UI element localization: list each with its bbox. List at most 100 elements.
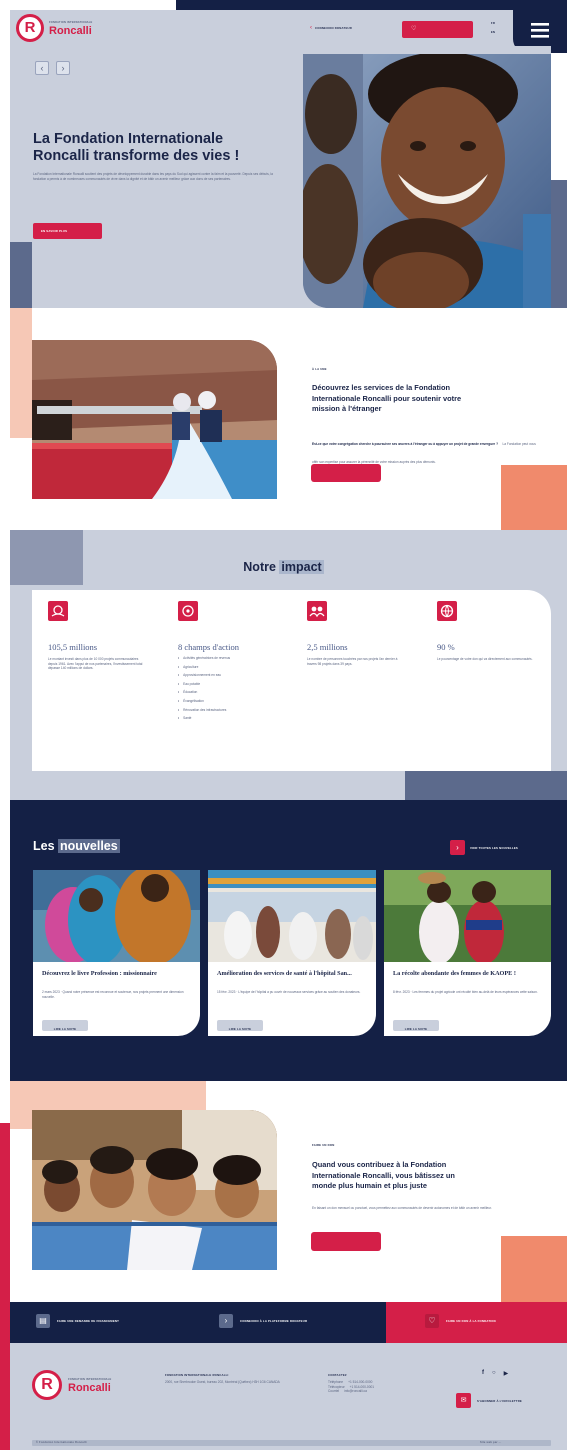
impact-card: [32, 590, 551, 771]
hero-accent-right: [551, 180, 567, 308]
people-icon: [309, 606, 325, 618]
services-photo: [32, 340, 277, 499]
target-icon: [182, 605, 194, 617]
footer-email[interactable]: info@roncalli.ca: [344, 1389, 367, 1394]
services-paragraph: Est-ce que votre congrégation cherche à …: [312, 432, 540, 468]
footer-logo[interactable]: R FONDATION INTERNATIONALE Roncalli: [32, 1370, 122, 1400]
footer-social-links: f ○ ▶: [482, 1370, 508, 1377]
news-card-excerpt: 2 mars 2023 · Quand notre présence est r…: [42, 990, 184, 999]
donate-button[interactable]: ♡: [402, 21, 473, 38]
contribute-title-line3: monde plus humain et plus juste: [312, 1181, 427, 1190]
impact-stat-1-value: 105,5 millions: [48, 642, 98, 652]
news-title-plain: Les: [33, 839, 55, 853]
header-dark-strip: [176, 0, 567, 10]
hero-photo: [303, 54, 551, 308]
news-card-title: La récolte abondante des femmes de KAOPE…: [393, 970, 516, 977]
impact-accent-bottom: [405, 771, 567, 800]
services-title-line3: mission à l'étranger: [312, 404, 382, 413]
chevron-right-icon: ›: [61, 63, 65, 73]
contribute-paragraph: En faisant un don mensuel ou ponctuel, v…: [312, 1206, 492, 1210]
cta-donate-label: FAIRE UN DON À LA FONDATION: [446, 1319, 496, 1323]
services-title-line2: Internationale Roncalli pour soutenir vo…: [312, 393, 462, 403]
instagram-icon[interactable]: ○: [492, 1370, 496, 1377]
impact-field-item: • Rénovation des infrastructures: [178, 707, 227, 712]
news-card-button[interactable]: LIRE LA SUITE: [393, 1020, 439, 1031]
services-button[interactable]: [311, 464, 381, 482]
impact-field-item: • Approvisionnement en eau: [178, 673, 222, 678]
impact-fields-list: • Activités génératrices de revenus • Agri…: [178, 656, 278, 725]
impact-stat-3-text: Le nombre de personnes touchées par nos …: [307, 657, 398, 666]
contribute-title-line1: Quand vous contribuez à la Fondation: [312, 1160, 447, 1169]
cta-funding-request[interactable]: ▤ FAIRE UNE DEMANDE DE FINANCEMENT: [36, 1314, 119, 1328]
news-card-image: [384, 870, 551, 962]
news-card[interactable]: Découvrez le livre Profession : missionn…: [33, 870, 200, 1036]
impact-stat-1-text: Le montant investi dans plus de 10 000 p…: [48, 657, 143, 671]
heart-icon: ♡: [425, 1314, 439, 1328]
news-title: Les nouvelles: [33, 839, 120, 853]
slider-next-button[interactable]: ›: [56, 61, 70, 75]
impact-title-highlight: impact: [279, 560, 324, 574]
hamburger-icon: [531, 23, 549, 38]
chevron-left-icon: ‹: [40, 63, 44, 73]
footer-org-name: FONDATION INTERNATIONALE RONCALLI: [165, 1373, 229, 1377]
footer-bottom-bar: [32, 1440, 551, 1446]
donor-login-link[interactable]: ‹ CONNEXION DONATEUR: [310, 25, 352, 31]
logo-small-text: FONDATION INTERNATIONALE: [49, 21, 93, 24]
facebook-icon[interactable]: f: [482, 1370, 484, 1377]
footer-logo-small-text: FONDATION INTERNATIONALE: [68, 1378, 112, 1381]
impact-accent-left: [10, 530, 83, 585]
hero-photo-image: [303, 54, 551, 308]
news-card[interactable]: Amélioration des services de santé à l'h…: [208, 870, 376, 1036]
services-kicker: À LA UNE: [312, 367, 327, 371]
news-card-button-label: LIRE LA SUITE: [404, 1027, 428, 1031]
news-card-excerpt: 8 févr. 2023 · Les femmes du projet agri…: [393, 990, 538, 994]
news-see-all-label: VOIR TOUTES LES NOUVELLES: [470, 845, 518, 850]
hands-icon: [51, 605, 65, 617]
lang-current: FR: [490, 21, 496, 25]
heart-icon: ♡: [411, 26, 417, 32]
hero-title-line1: La Fondation Internationale: [33, 131, 224, 147]
cta-donor-platform-label: CONNEXION À LA PLATEFORME DONATEUR: [240, 1319, 308, 1323]
news-card-button[interactable]: LIRE LA SUITE: [42, 1020, 88, 1031]
youtube-icon[interactable]: ▶: [504, 1370, 509, 1377]
globe-icon: [440, 604, 454, 618]
impact-stat-4-text: Le pourcentage de votre don qui va direc…: [437, 657, 533, 661]
slider-prev-button[interactable]: ‹: [35, 61, 49, 75]
contribute-title-line2: Internationale Roncalli, vous bâtissez u…: [312, 1170, 455, 1180]
news-card[interactable]: La récolte abondante des femmes de KAOPE…: [384, 870, 551, 1036]
site-logo[interactable]: R FONDATION INTERNATIONALE Roncalli: [16, 14, 106, 42]
hero-title: La Fondation Internationale Roncalli tra…: [33, 131, 293, 165]
contribute-photo: [32, 1110, 277, 1270]
cta-donate[interactable]: ♡ FAIRE UN DON À LA FONDATION: [425, 1314, 496, 1328]
logo-name: Roncalli: [49, 25, 92, 37]
news-card-button[interactable]: LIRE LA SUITE: [217, 1020, 263, 1031]
services-accent-salmon: [501, 465, 567, 530]
hero-accent-left: [10, 242, 32, 308]
impact-field-item: • Éducation: [178, 690, 198, 695]
impact-stat-3-icon-box: [307, 601, 327, 621]
impact-field-item: • Santé: [178, 716, 192, 721]
news-card-image: [208, 870, 376, 962]
impact-field-item: • Évangélisation: [178, 698, 204, 703]
impact-stat-1-icon-box: [48, 601, 68, 621]
footer-contact-block: CONTACTEZ Téléphone +1 514-000-0000 Téléc…: [328, 1373, 428, 1394]
cta-donor-platform[interactable]: › CONNEXION À LA PLATEFORME DONATEUR: [219, 1314, 307, 1328]
impact-field-item: • Eau potable: [178, 681, 201, 686]
login-icon: ›: [219, 1314, 233, 1328]
hero-button-label: EN SAVOIR PLUS: [41, 229, 68, 233]
arrow-right-icon: ›: [450, 840, 465, 855]
footer-logo-mark: R: [32, 1370, 62, 1400]
footer-newsletter-link[interactable]: ✉ S'ABONNER À L'INFOLETTRE: [456, 1393, 522, 1408]
impact-stat-3-value: 2,5 millions: [307, 642, 348, 652]
footer-logo-name: Roncalli: [68, 1382, 111, 1394]
hero-learn-more-button[interactable]: EN SAVOIR PLUS: [33, 223, 102, 239]
language-switch[interactable]: FR EN: [489, 21, 497, 34]
news-see-all-link[interactable]: › VOIR TOUTES LES NOUVELLES: [450, 840, 518, 855]
arrow-left-icon: ‹: [310, 25, 312, 31]
hero-title-line2: Roncalli transforme des vies !: [33, 148, 240, 164]
impact-stat-4-value: 90 %: [437, 642, 455, 652]
lang-alt: EN: [490, 30, 496, 34]
contribute-button[interactable]: [311, 1232, 381, 1251]
services-title-line1: Découvrez les services de la Fondation: [312, 383, 451, 392]
impact-stat-2-icon-box: [178, 601, 198, 621]
